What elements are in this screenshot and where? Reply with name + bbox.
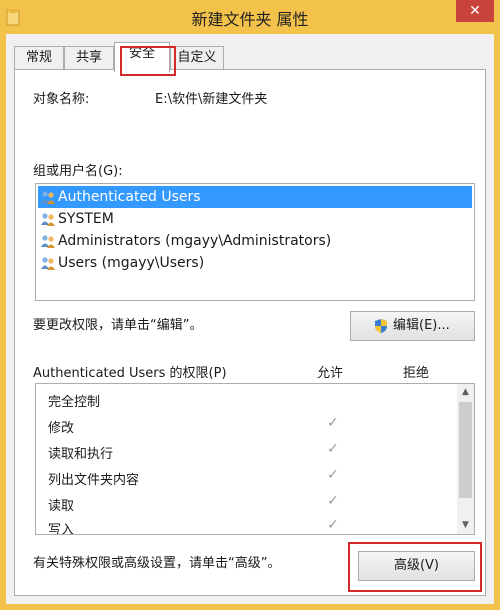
user-item-system[interactable]: SYSTEM bbox=[38, 208, 472, 230]
tab-sharing[interactable]: 共享 bbox=[64, 46, 114, 70]
permission-row: 修改 ✓ bbox=[36, 412, 456, 438]
user-group-icon bbox=[41, 213, 55, 226]
allow-check-icon: ✓ bbox=[327, 467, 339, 483]
tab-customize[interactable]: 自定义 bbox=[170, 46, 224, 70]
allow-check-icon: ✓ bbox=[327, 517, 339, 533]
edit-button-label: 编辑(E)... bbox=[393, 318, 450, 333]
permission-name: 读取和执行 bbox=[48, 447, 114, 462]
user-item-users[interactable]: Users (mgayy\Users) bbox=[38, 252, 472, 274]
object-name-value: E:\软件\新建文件夹 bbox=[155, 92, 268, 107]
advanced-hint-text: 有关特殊权限或高级设置，请单击“高级”。 bbox=[33, 556, 281, 571]
user-group-icon bbox=[41, 257, 55, 270]
group-user-list[interactable]: Authenticated Users SYSTEM Administrator… bbox=[35, 183, 475, 301]
shield-icon bbox=[375, 319, 387, 333]
user-item-authenticated-users[interactable]: Authenticated Users bbox=[38, 186, 472, 208]
permissions-title: Authenticated Users 的权限(P) bbox=[33, 366, 227, 381]
title-bar: 新建文件夹 属性 ✕ bbox=[0, 0, 500, 34]
allow-check-icon: ✓ bbox=[327, 493, 339, 509]
edit-hint-text: 要更改权限，请单击“编辑”。 bbox=[33, 318, 203, 333]
deny-column-header: 拒绝 bbox=[403, 366, 430, 381]
close-button[interactable]: ✕ bbox=[456, 0, 494, 22]
permissions-scrollbar[interactable]: ▲ ▼ bbox=[457, 384, 474, 534]
window-title: 新建文件夹 属性 bbox=[191, 10, 309, 29]
scrollbar-thumb[interactable] bbox=[459, 402, 472, 498]
allow-check-icon: ✓ bbox=[327, 441, 339, 457]
user-name: Users (mgayy\Users) bbox=[58, 255, 205, 271]
user-group-icon bbox=[41, 191, 55, 204]
permission-name: 读取 bbox=[48, 499, 75, 514]
permission-name: 写入 bbox=[48, 523, 75, 535]
advanced-button[interactable]: 高级(V) bbox=[358, 551, 475, 581]
user-item-administrators[interactable]: Administrators (mgayy\Administrators) bbox=[38, 230, 472, 252]
user-group-icon bbox=[41, 235, 55, 248]
security-panel: 对象名称: E:\软件\新建文件夹 组或用户名(G): Authenticate… bbox=[14, 69, 486, 596]
scroll-down-icon[interactable]: ▼ bbox=[457, 517, 474, 534]
permission-row: 读取 ✓ bbox=[36, 490, 456, 516]
tab-security[interactable]: 安全 bbox=[114, 42, 170, 72]
tab-general[interactable]: 常规 bbox=[14, 46, 64, 70]
allow-check-icon: ✓ bbox=[327, 415, 339, 431]
permission-name: 列出文件夹内容 bbox=[48, 473, 140, 488]
permission-name: 完全控制 bbox=[48, 395, 101, 410]
permission-row: 写入 ✓ bbox=[36, 514, 456, 535]
user-name: SYSTEM bbox=[58, 211, 114, 227]
user-name: Administrators (mgayy\Administrators) bbox=[58, 233, 332, 249]
user-name: Authenticated Users bbox=[58, 189, 201, 205]
permission-row: 完全控制 bbox=[36, 386, 456, 412]
permissions-list: 完全控制 修改 ✓ 读取和执行 ✓ 列出文件夹内容 ✓ 读取 ✓ 写入 ✓ ▲ … bbox=[35, 383, 475, 535]
permission-row: 列出文件夹内容 ✓ bbox=[36, 464, 456, 490]
object-name-label: 对象名称: bbox=[33, 92, 90, 107]
permission-row: 读取和执行 ✓ bbox=[36, 438, 456, 464]
edit-button[interactable]: 编辑(E)... bbox=[350, 311, 475, 341]
scroll-up-icon[interactable]: ▲ bbox=[457, 384, 474, 401]
permission-name: 修改 bbox=[48, 421, 75, 436]
allow-column-header: 允许 bbox=[317, 366, 344, 381]
group-user-label: 组或用户名(G): bbox=[33, 164, 123, 179]
dialog-body: 常规 共享 安全 自定义 对象名称: E:\软件\新建文件夹 组或用户名(G):… bbox=[6, 34, 494, 604]
